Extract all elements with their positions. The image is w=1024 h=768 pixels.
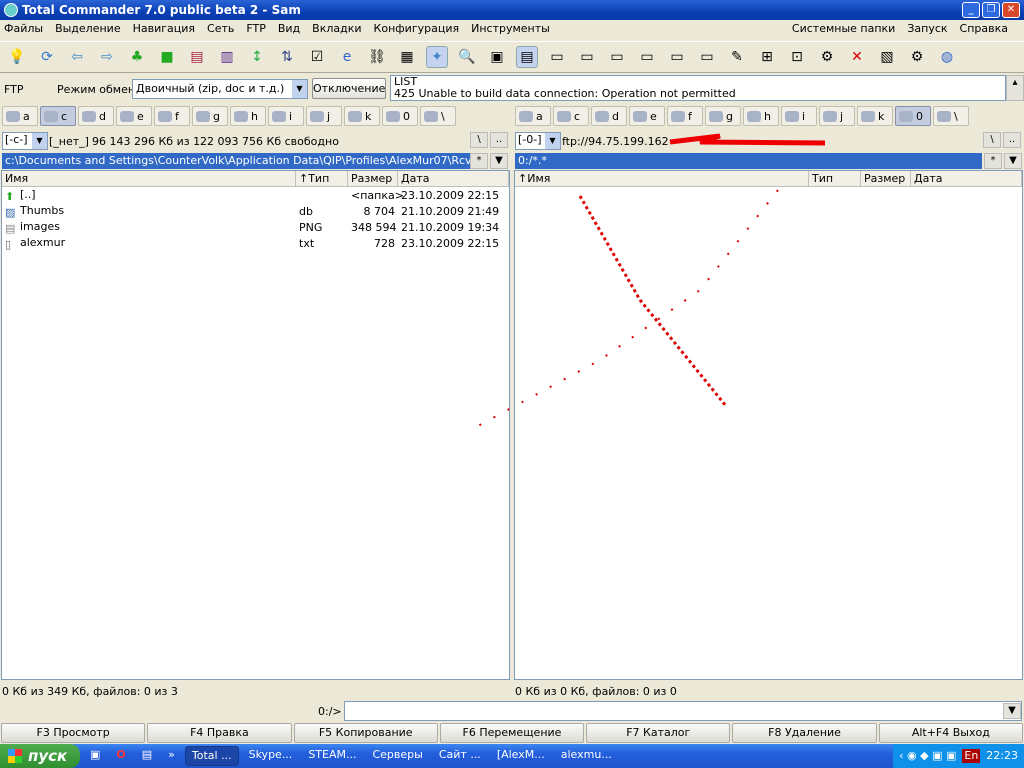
red-cross-stroke	[477, 189, 779, 427]
command-line-input[interactable]: ▼	[344, 701, 1022, 721]
red-annotation-scribbles	[477, 133, 826, 427]
tray-icons[interactable]: ‹ ◉ ◆ ▣ ▣	[899, 749, 956, 763]
start-button[interactable]: пуск	[0, 744, 80, 768]
chevron-down-icon[interactable]: ▼	[1003, 703, 1021, 719]
exit-button[interactable]: Alt+F4 Выход	[878, 723, 1023, 743]
opera-icon[interactable]: O	[110, 746, 131, 766]
f5-copy-button[interactable]: F5 Копирование	[293, 723, 438, 743]
chevron-right-icon[interactable]: »	[162, 746, 181, 766]
left-status: 0 Кб из 349 Кб, файлов: 0 из 3	[2, 685, 178, 698]
language-indicator[interactable]: En	[962, 749, 981, 763]
clock: 22:23	[986, 749, 1018, 762]
task-skype[interactable]: Skype...	[243, 746, 299, 766]
f3-view-button[interactable]: F3 Просмотр	[1, 723, 146, 743]
red-arrow-mark	[669, 133, 826, 146]
f8-delete-button[interactable]: F8 Удаление	[732, 723, 877, 743]
task-alexm[interactable]: [AlexM...	[491, 746, 551, 766]
system-tray: ‹ ◉ ◆ ▣ ▣ En 22:23	[893, 744, 1024, 768]
task-site[interactable]: Сайт ...	[433, 746, 487, 766]
f7-mkdir-button[interactable]: F7 Каталог	[586, 723, 731, 743]
save-icon[interactable]: ▤	[136, 746, 158, 766]
command-prompt: 0:/>	[318, 705, 342, 718]
f4-edit-button[interactable]: F4 Правка	[147, 723, 292, 743]
function-key-bar: F3 Просмотр F4 Правка F5 Копирование F6 Пер…	[0, 723, 1024, 743]
task-steam[interactable]: STEAM...	[302, 746, 362, 766]
task-total-commander[interactable]: Total ...	[184, 746, 239, 766]
right-status: 0 Кб из 0 Кб, файлов: 0 из 0	[515, 685, 677, 698]
task-servers[interactable]: Серверы	[366, 746, 428, 766]
taskbar: пуск ▣ O ▤ » Total ... Skype... STEAM...…	[0, 744, 1024, 768]
red-cross-stroke	[578, 195, 728, 407]
quicklaunch-desktop-icon[interactable]: ▣	[84, 746, 106, 766]
task-alexmur[interactable]: alexmu...	[555, 746, 618, 766]
f6-move-button[interactable]: F6 Перемещение	[439, 723, 585, 743]
